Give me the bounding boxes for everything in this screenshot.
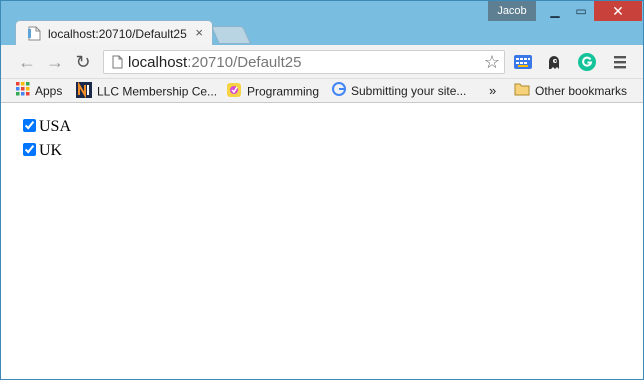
bookmark-programming[interactable]: Programming (226, 82, 319, 100)
bookmark-submitting-label: Submitting your site... (351, 84, 467, 98)
bookmark-submitting[interactable]: Submitting your site... (332, 82, 466, 100)
google-icon (332, 82, 346, 101)
bookmark-llc-label: LLC Membership Ce... (97, 84, 218, 99)
bookmark-apps-label: Apps (35, 84, 63, 98)
uk-checkbox[interactable] (23, 143, 36, 156)
menu-icon[interactable] (611, 53, 629, 71)
folder-icon (514, 82, 530, 101)
programming-icon (226, 82, 242, 103)
keyboard-icon[interactable] (514, 53, 532, 71)
bookmark-other-label: Other bookmarks (535, 84, 628, 98)
tab-title: localhost:20710/Default25 (48, 27, 187, 41)
bookmarks-bar: Apps LLC Membership Ce... Programming Su… (1, 79, 643, 103)
forward-button[interactable]: → (45, 52, 65, 72)
page-content: USA UK (1, 103, 643, 379)
uk-checkbox-label: UK (39, 142, 63, 159)
url-host: localhost (128, 54, 188, 71)
address-bar[interactable]: localhost:20710/Default25 ☆ (103, 50, 505, 74)
back-button[interactable]: ← (17, 52, 37, 72)
star-icon[interactable]: ☆ (484, 52, 500, 73)
apps-grid-icon (16, 82, 30, 101)
bookmark-llc-membership[interactable]: LLC Membership Ce... (76, 81, 218, 103)
llc-logo-icon (76, 81, 92, 103)
browser-window: Jacob ▁ ▭ ✕ localhost:20710/Default25 × … (0, 0, 644, 380)
bookmark-apps[interactable]: Apps (16, 82, 62, 100)
tab-close-icon[interactable]: × (195, 25, 203, 40)
minimize-button[interactable]: ▁ (542, 1, 568, 21)
new-tab-button[interactable] (210, 26, 252, 44)
active-tab[interactable]: localhost:20710/Default25 × (15, 20, 213, 46)
url-path: :20710/Default25 (187, 54, 302, 71)
close-window-button[interactable]: ✕ (594, 1, 642, 21)
bookmark-other[interactable]: Other bookmarks (514, 82, 627, 100)
page-icon (28, 26, 41, 46)
checkbox-row-usa[interactable]: USA (23, 117, 71, 137)
bookmarks-overflow-button[interactable]: » (489, 82, 496, 100)
url-text[interactable]: localhost:20710/Default25 (128, 54, 301, 71)
reload-button[interactable]: ↻ (73, 52, 93, 72)
checkbox-row-uk[interactable]: UK (23, 141, 62, 161)
usa-checkbox-label: USA (39, 118, 72, 135)
ghost-icon[interactable] (545, 53, 563, 71)
title-bar: Jacob ▁ ▭ ✕ localhost:20710/Default25 × (1, 1, 643, 46)
bookmark-programming-label: Programming (247, 84, 320, 99)
maximize-button[interactable]: ▭ (568, 1, 594, 21)
grammarly-icon[interactable] (578, 53, 596, 71)
browser-toolbar: ← → ↻ localhost:20710/Default25 ☆ (1, 45, 643, 79)
usa-checkbox[interactable] (23, 119, 36, 132)
page-icon (112, 55, 123, 74)
user-profile-badge[interactable]: Jacob (488, 1, 536, 21)
